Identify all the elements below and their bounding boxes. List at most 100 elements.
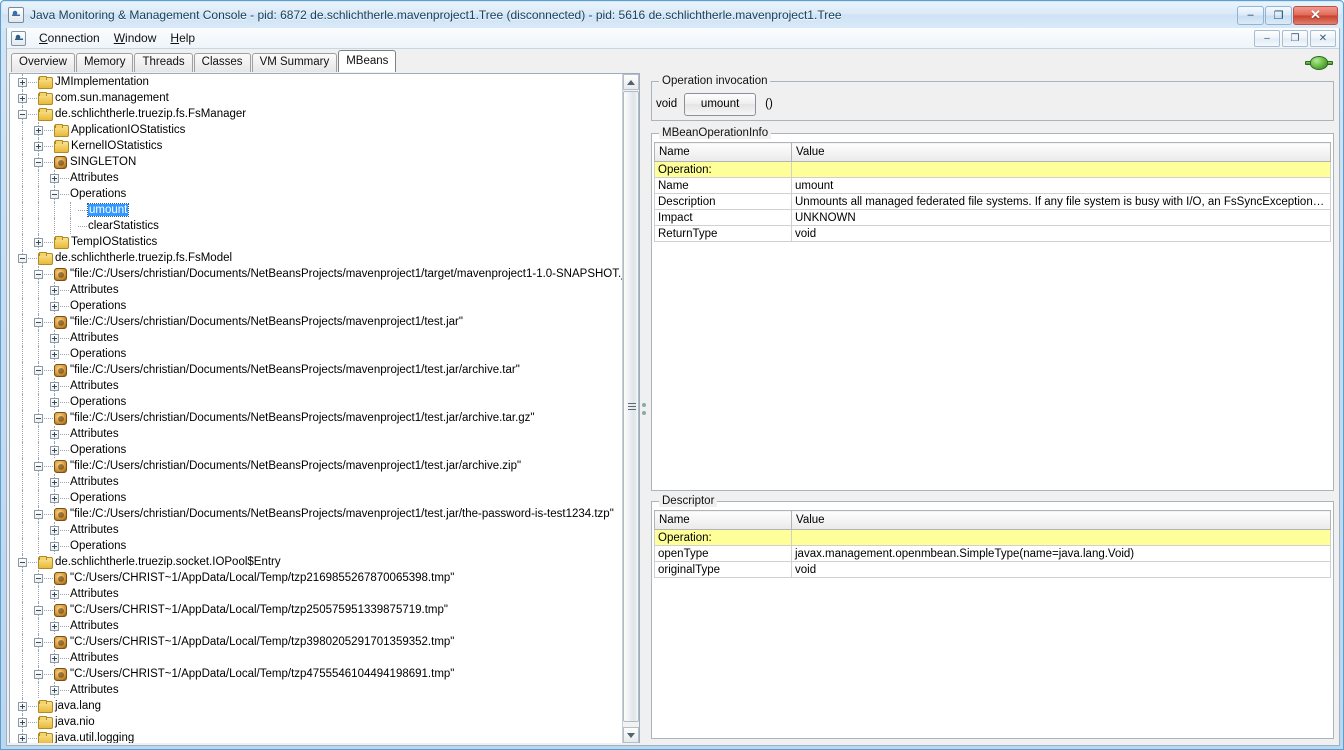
tree-row[interactable]: umount [10,202,622,218]
table-row[interactable]: openType javax.management.openmbean.Simpl… [654,545,1331,562]
collapse-icon[interactable] [34,509,43,519]
tree-node-label[interactable]: de.schlichtherle.truezip.fs.FsManager [55,108,246,120]
tree-node-label[interactable]: java.nio [55,716,95,728]
tree-node-label[interactable]: Operations [70,188,126,200]
tree-row[interactable]: Attributes [10,474,622,490]
table-row[interactable]: ReturnType void [654,225,1331,242]
menu-item-help[interactable]: Help [163,29,202,47]
tree-node-label[interactable]: "C:/Users/CHRIST~1/AppData/Local/Temp/tz… [70,604,448,616]
minimize-button[interactable]: – [1237,5,1264,25]
tree-row[interactable]: Operations [10,186,622,202]
collapse-icon[interactable] [34,461,43,471]
tree-node-label[interactable]: Attributes [70,380,119,392]
tree-row[interactable]: Attributes [10,330,622,346]
collapse-icon[interactable] [34,669,43,679]
expand-icon[interactable] [34,141,43,151]
tree-node-label[interactable]: Attributes [70,428,119,440]
scroll-up-icon[interactable] [623,74,639,90]
collapse-icon[interactable] [34,157,43,167]
tree-node-label[interactable]: Operations [70,348,126,360]
tree-node-label[interactable]: "file:/C:/Users/christian/Documents/NetB… [70,460,521,472]
tree-row[interactable]: de.schlichtherle.truezip.socket.IOPool$E… [10,554,622,570]
expand-icon[interactable] [18,77,27,87]
tab-vm-summary[interactable]: VM Summary [251,53,338,72]
column-header-value[interactable]: Value [791,142,1331,162]
tab-memory[interactable]: Memory [75,53,134,72]
expand-icon[interactable] [50,285,59,295]
collapse-icon[interactable] [18,109,27,119]
tree-node-label[interactable]: clearStatistics [88,220,159,232]
tree-node-label[interactable]: umount [86,203,130,217]
expand-icon[interactable] [50,333,59,343]
expand-icon[interactable] [50,541,59,551]
tree-row[interactable]: Attributes [10,682,622,698]
expand-icon[interactable] [50,301,59,311]
tree-row[interactable]: de.schlichtherle.truezip.fs.FsModel [10,250,622,266]
collapse-icon[interactable] [34,365,43,375]
tree-row[interactable]: SINGLETON [10,154,622,170]
expand-icon[interactable] [50,621,59,631]
tree-node-label[interactable]: de.schlichtherle.truezip.fs.FsModel [55,252,232,264]
tree-row[interactable]: "file:/C:/Users/christian/Documents/NetB… [10,362,622,378]
menu-item-window[interactable]: Window [107,29,164,47]
column-header-name[interactable]: Name [654,142,792,162]
table-row[interactable]: originalType void [654,561,1331,578]
expand-icon[interactable] [50,477,59,487]
tree-node-label[interactable]: "file:/C:/Users/christian/Documents/NetB… [70,316,463,328]
tab-classes[interactable]: Classes [193,53,251,72]
expand-icon[interactable] [50,653,59,663]
collapse-icon[interactable] [18,557,27,567]
tree-node-label[interactable]: "file:/C:/Users/christian/Documents/NetB… [70,268,622,280]
close-button[interactable]: ✕ [1293,5,1338,25]
tree-row[interactable]: de.schlichtherle.truezip.fs.FsManager [10,106,622,122]
tree-row[interactable]: Attributes [10,378,622,394]
tree-node-label[interactable]: TempIOStatistics [71,236,157,248]
tree-node-label[interactable]: SINGLETON [70,156,136,168]
expand-icon[interactable] [50,445,59,455]
tree-row[interactable]: clearStatistics [10,218,622,234]
table-section-row[interactable]: Operation: [654,161,1331,178]
tree-node-label[interactable]: Operations [70,396,126,408]
tree-node-label[interactable]: Attributes [70,652,119,664]
tree-node-label[interactable]: "C:/Users/CHRIST~1/AppData/Local/Temp/tz… [70,572,454,584]
tree-row[interactable]: Operations [10,442,622,458]
tree-row[interactable]: KernelIOStatistics [10,138,622,154]
tree-row[interactable]: Operations [10,298,622,314]
table-section-row[interactable]: Operation: [654,529,1331,546]
table-row[interactable]: Description Unmounts all managed federate… [654,193,1331,210]
tree-row[interactable]: "file:/C:/Users/christian/Documents/NetB… [10,266,622,282]
column-header-value[interactable]: Value [791,510,1331,530]
tree-node-label[interactable]: Attributes [70,588,119,600]
expand-icon[interactable] [34,237,43,247]
tree-row[interactable]: java.nio [10,714,622,730]
tree-row[interactable]: Attributes [10,618,622,634]
tree-node-label[interactable]: Attributes [70,332,119,344]
tree-row[interactable]: ApplicationIOStatistics [10,122,622,138]
tree-row[interactable]: Attributes [10,650,622,666]
tree-node-label[interactable]: Operations [70,300,126,312]
expand-icon[interactable] [50,589,59,599]
tree-row[interactable]: Operations [10,490,622,506]
tab-mbeans[interactable]: MBeans [338,50,397,72]
tree-node-label[interactable]: de.schlichtherle.truezip.socket.IOPool$E… [55,556,281,568]
internal-restore-button[interactable]: ❐ [1282,29,1308,47]
tree-node-label[interactable]: java.util.logging [55,732,134,743]
expand-icon[interactable] [18,717,27,727]
expand-icon[interactable] [18,733,27,743]
expand-icon[interactable] [50,173,59,183]
tree-node-label[interactable]: "file:/C:/Users/christian/Documents/NetB… [70,412,535,424]
tree-node-label[interactable]: ApplicationIOStatistics [71,124,185,136]
tree-scrollbar-thumb[interactable] [623,91,639,722]
expand-icon[interactable] [50,685,59,695]
mbean-operation-info-table[interactable]: Name Value Operation: Name umount Description… [654,142,1331,242]
tree-vertical-scrollbar[interactable] [622,74,639,743]
tree-node-label[interactable]: Attributes [70,620,119,632]
table-row[interactable]: Impact UNKNOWN [654,209,1331,226]
collapse-icon[interactable] [34,269,43,279]
column-header-name[interactable]: Name [654,510,792,530]
expand-icon[interactable] [34,125,43,135]
expand-icon[interactable] [18,93,27,103]
umount-operation-button[interactable]: umount [684,92,757,116]
expand-icon[interactable] [50,349,59,359]
collapse-icon[interactable] [34,413,43,423]
